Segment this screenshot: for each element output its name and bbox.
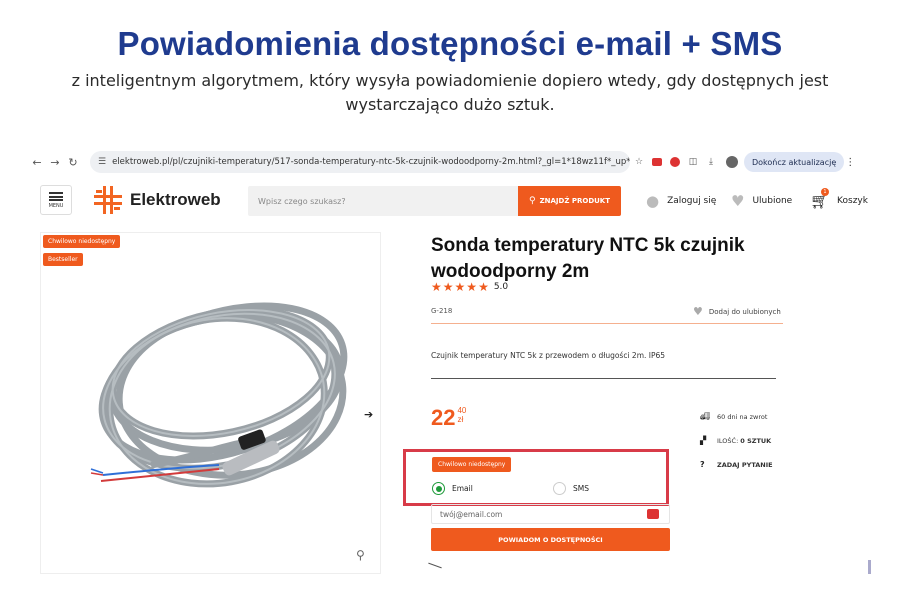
radio-sms-indicator[interactable] <box>553 482 566 495</box>
product-image-panel[interactable]: Chwilowo niedostępny Bestseller <box>40 232 381 574</box>
price-integer: 22 <box>431 405 456 430</box>
zoom-icon[interactable]: ⚲ <box>356 548 365 562</box>
stock-info: ▞ ILOŚĆ: 0 SZTUK <box>700 436 771 445</box>
extension-record-icon[interactable] <box>670 157 680 167</box>
returns-label: 60 dni na zwrot <box>717 412 768 421</box>
stock-label: ILOŚĆ: <box>717 436 739 445</box>
product-description: Czujnik temperatury NTC 5k z przewodem o… <box>431 351 666 360</box>
status-badge: Chwilowo niedostępny <box>432 457 512 472</box>
divider <box>431 378 776 379</box>
kebab-menu-icon[interactable]: ⋮ <box>844 157 856 168</box>
search-button[interactable]: ⚲ ZNAJDŹ PRODUKT <box>518 186 621 216</box>
favorites-link[interactable]: ♥ Ulubione <box>731 192 792 210</box>
notify-availability-button[interactable]: POWIADOM O DOSTĘPNOŚCI <box>431 528 670 551</box>
reload-icon[interactable]: ↻ <box>64 156 82 169</box>
product-price: 22 40 zł <box>431 406 466 430</box>
search-icon: ⚲ <box>528 196 536 206</box>
favorites-label: Ulubione <box>752 196 793 206</box>
rating-stars: ★ ★ ★ ★ ★ 5.0 <box>431 280 508 294</box>
rating-value: 5.0 <box>493 282 509 292</box>
ask-question-link[interactable]: ? ZADAJ PYTANIE <box>700 460 773 469</box>
puzzle-icon[interactable]: ◫ <box>684 155 702 169</box>
logo-text: Elektroweb <box>130 190 221 209</box>
site-settings-icon[interactable]: ☰ <box>98 157 106 167</box>
browser-toolbar: ← → ↻ ☰ elektroweb.pl/pl/czujniki-temper… <box>28 150 873 174</box>
add-to-favorites-label: Dodaj do ulubionych <box>708 307 781 316</box>
ask-question-label: ZADAJ PYTANIE <box>717 460 773 469</box>
promo-subline: z inteligentnym algorytmem, który wysyła… <box>71 71 829 114</box>
scrollbar[interactable] <box>868 560 871 574</box>
back-icon[interactable]: ← <box>28 156 46 169</box>
heart-icon: ♥ <box>693 305 703 318</box>
price-currency: zł <box>457 415 464 424</box>
product-sku: G-218 <box>431 307 453 315</box>
star-icon: ★ <box>431 280 442 294</box>
truck-icon: 🚚︎ <box>700 412 711 421</box>
logo-mark-icon <box>94 186 122 214</box>
update-button[interactable]: Dokończ aktualizację <box>744 152 845 172</box>
search-input[interactable]: Wpisz czego szukasz? <box>248 186 518 216</box>
add-to-favorites[interactable]: ♥ Dodaj do ulubionych <box>693 305 781 318</box>
radio-email-label: Email <box>452 484 473 493</box>
login-label: Zaloguj się <box>667 196 717 206</box>
promo-headline: Powiadomienia dostępności e-mail + SMS <box>117 25 783 62</box>
cart-label: Koszyk <box>837 196 868 206</box>
stock-value: 0 SZTUK <box>740 436 772 445</box>
radio-sms[interactable]: SMS <box>553 482 589 495</box>
product-photo <box>90 302 348 488</box>
price-fraction: 40 <box>457 406 467 415</box>
star-icon: ★ <box>466 280 478 294</box>
divider <box>431 323 783 324</box>
site-logo[interactable]: Elektroweb <box>94 186 221 214</box>
url-text: elektroweb.pl/pl/czujniki-temperatury/51… <box>112 157 630 167</box>
cart-count-badge: 1 <box>821 188 829 196</box>
download-icon[interactable]: ⤓ <box>702 155 720 169</box>
star-icon[interactable]: ☆ <box>630 155 648 169</box>
forward-icon[interactable]: → <box>46 156 64 169</box>
search-button-label: ZNAJDŹ PRODUKT <box>539 197 611 205</box>
radio-email-indicator[interactable] <box>432 482 445 495</box>
radio-sms-label: SMS <box>573 484 589 493</box>
heart-icon: ♥ <box>731 192 745 210</box>
profile-avatar[interactable] <box>726 156 738 168</box>
question-icon: ? <box>700 460 705 469</box>
star-icon: ★ <box>478 280 489 294</box>
boxes-icon: ▞ <box>700 436 707 445</box>
returns-info: 🚚︎ 60 dni na zwrot <box>700 412 767 421</box>
star-icon: ★ <box>442 280 454 294</box>
extension-icon[interactable] <box>652 158 662 166</box>
radio-email[interactable]: Email <box>432 482 473 495</box>
menu-button[interactable]: MENU <box>40 185 72 215</box>
hamburger-icon <box>49 191 63 201</box>
address-bar[interactable]: ☰ elektroweb.pl/pl/czujniki-temperatury/… <box>90 151 630 173</box>
menu-label: MENU <box>48 202 64 209</box>
user-icon: ● <box>646 192 660 210</box>
cart-link[interactable]: 🛒︎ Koszyk <box>810 192 868 210</box>
star-icon: ★ <box>454 280 466 294</box>
divider <box>428 562 442 569</box>
email-field[interactable]: twój@email.com <box>431 504 670 524</box>
email-placeholder: twój@email.com <box>440 509 503 519</box>
next-image-arrow-icon[interactable]: ➔ <box>364 408 373 421</box>
login-link[interactable]: ● Zaloguj się <box>646 192 716 210</box>
password-manager-icon[interactable] <box>647 509 659 519</box>
product-title: Sonda temperatury NTC 5k czujnik wodoodp… <box>431 235 745 282</box>
